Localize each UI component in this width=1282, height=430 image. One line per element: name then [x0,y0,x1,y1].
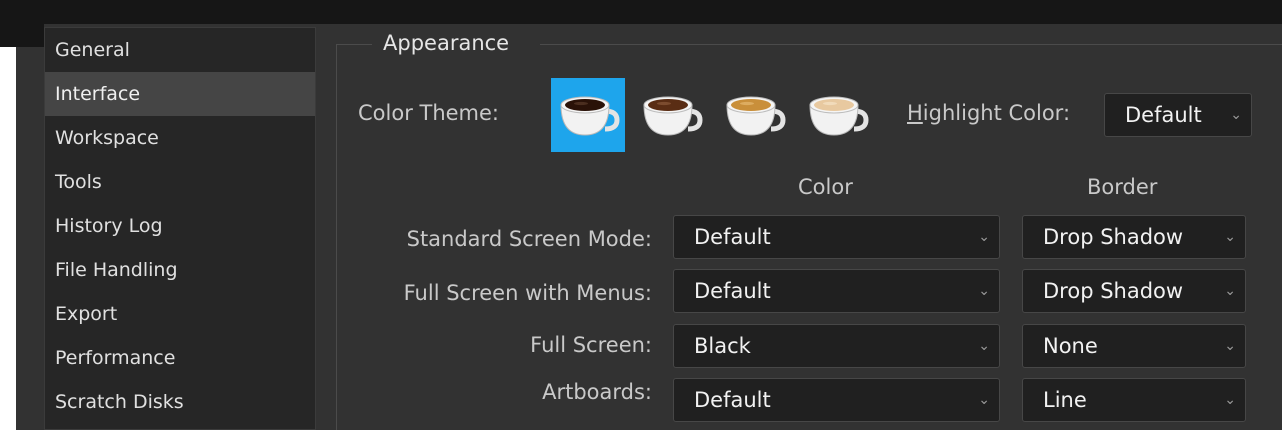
full-screen-label: Full Screen: [530,333,652,357]
color-theme-label: Color Theme: [358,101,500,125]
highlight-label-text: ighlight Color: [922,101,1071,125]
sidebar-item-scratch-disks[interactable]: Scratch Disks [45,380,315,424]
sidebar-item-file-handling[interactable]: File Handling [45,248,315,292]
chevron-down-icon: ⌄ [1224,229,1236,245]
select-value: Default [694,388,771,412]
sidebar-item-workspace[interactable]: Workspace [45,116,315,160]
artboards-border-select[interactable]: Line ⌄ [1022,378,1246,422]
full-screen-with-menus-color-select[interactable]: Default ⌄ [673,269,1000,313]
coffee-cup-darkest-icon [560,96,620,136]
highlight-accel-key: H [907,101,923,125]
select-value: Black [694,334,751,358]
chevron-down-icon: ⌄ [978,392,990,408]
standard-screen-mode-color-select[interactable]: Default ⌄ [673,215,1000,259]
artboards-color-select[interactable]: Default ⌄ [673,378,1000,422]
title-bar [0,0,1282,24]
standard-screen-mode-border-select[interactable]: Drop Shadow ⌄ [1022,215,1246,259]
chevron-down-icon: ⌄ [978,283,990,299]
sidebar-item-general[interactable]: General [45,28,315,72]
full-screen-with-menus-label: Full Screen with Menus: [403,281,652,305]
chevron-down-icon: ⌄ [1224,392,1236,408]
chevron-down-icon: ⌄ [978,229,990,245]
window-edge [0,0,44,47]
theme-option-darkest[interactable] [551,78,625,152]
chevron-down-icon: ⌄ [1230,107,1242,123]
theme-option-light[interactable] [800,78,874,152]
select-value: Default [694,225,771,249]
select-value: None [1043,334,1098,358]
sidebar-item-tools[interactable]: Tools [45,160,315,204]
color-column-header: Color [798,175,853,199]
full-screen-border-select[interactable]: None ⌄ [1022,324,1246,368]
coffee-cup-light-icon [809,96,869,136]
preferences-sidebar: General Interface Workspace Tools Histor… [44,27,316,430]
full-screen-with-menus-border-select[interactable]: Drop Shadow ⌄ [1022,269,1246,313]
coffee-cup-medium-icon [726,96,786,136]
chevron-down-icon: ⌄ [1224,338,1236,354]
theme-option-medium[interactable] [717,78,791,152]
highlight-color-value: Default [1125,103,1202,127]
border-column-header: Border [1087,175,1158,199]
sidebar-item-export[interactable]: Export [45,292,315,336]
sidebar-item-performance[interactable]: Performance [45,336,315,380]
full-screen-color-select[interactable]: Black ⌄ [673,324,1000,368]
artboards-label: Artboards: [542,380,652,404]
chevron-down-icon: ⌄ [978,338,990,354]
sidebar-item-interface[interactable]: Interface [45,72,315,116]
highlight-color-select[interactable]: Default ⌄ [1104,93,1252,137]
highlight-color-label: Highlight Color: [907,101,1070,125]
chevron-down-icon: ⌄ [1224,283,1236,299]
select-value: Drop Shadow [1043,279,1184,303]
group-border [540,44,1282,45]
coffee-cup-dark-icon [643,96,703,136]
group-border [336,44,372,45]
sidebar-item-history-log[interactable]: History Log [45,204,315,248]
standard-screen-mode-label: Standard Screen Mode: [406,227,652,251]
background-gap [0,47,16,430]
theme-option-dark[interactable] [634,78,708,152]
group-border [336,44,337,430]
appearance-group-title: Appearance [383,31,510,55]
select-value: Drop Shadow [1043,225,1184,249]
select-value: Default [694,279,771,303]
select-value: Line [1043,388,1087,412]
